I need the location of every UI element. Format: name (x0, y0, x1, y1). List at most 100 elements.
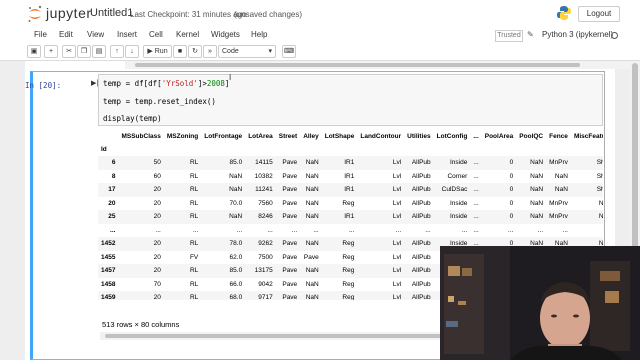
logout-button[interactable]: Logout (578, 6, 620, 22)
menu-kernel[interactable]: Kernel (176, 30, 199, 39)
menu-help[interactable]: Help (251, 30, 267, 39)
move-up-button[interactable]: ↑ (110, 45, 124, 58)
previous-output-scrollbar[interactable] (125, 61, 630, 69)
table-cell: IR1 (321, 183, 358, 197)
table-cell: NaN (300, 210, 322, 224)
row-index: 1459 (98, 291, 119, 300)
cell-prompt: In [20]: (25, 81, 62, 90)
table-cell: AllPub (404, 237, 434, 251)
toolbar: ▣ + ✂ ❐ ▤ ↑ ↓ ▶ Run ■ ↻ » Code ▾ ⌨ (0, 43, 640, 61)
table-cell: 11241 (245, 183, 276, 197)
table-cell: ... (155, 226, 161, 234)
table-cell: Pave (282, 280, 298, 288)
table-cell: ... (571, 224, 603, 238)
fast-forward-icon: » (208, 48, 212, 55)
column-header: Alley (303, 133, 319, 140)
table-cell: 0 (509, 172, 514, 180)
column-header: LotConfig (436, 133, 468, 140)
table-cell: NaN (516, 183, 547, 197)
table-cell: Reg (321, 264, 358, 278)
table-cell: Reg (342, 280, 355, 288)
table-cell: AllPub (411, 253, 431, 261)
table-cell: 78.0 (201, 237, 246, 251)
interrupt-button[interactable]: ■ (173, 45, 187, 58)
table-cell: Lvl (357, 183, 405, 197)
notebook-name[interactable]: Untitled1 (90, 7, 133, 19)
cell-type-select[interactable]: Code ▾ (218, 45, 276, 58)
table-cell: Inside (449, 199, 468, 207)
table-cell: ... (562, 226, 568, 234)
row-index: 1452 (98, 237, 119, 251)
trusted-indicator[interactable]: Trusted (495, 30, 523, 42)
table-cell: Inside (433, 156, 471, 170)
menu-view[interactable]: View (87, 30, 104, 39)
paste-button[interactable]: ▤ (92, 45, 106, 58)
move-down-button[interactable]: ↓ (125, 45, 139, 58)
menu-widgets[interactable]: Widgets (211, 30, 240, 39)
move-up-icon: ↑ (115, 48, 119, 55)
table-cell: RL (189, 199, 199, 207)
code-line-3: display(temp) (103, 114, 162, 123)
cut-button[interactable]: ✂ (62, 45, 76, 58)
table-cell: AllPub (411, 280, 431, 288)
table-cell: 10382 (254, 172, 273, 180)
table-cell: Pave (282, 199, 298, 207)
cell-type-value: Code (222, 48, 239, 55)
logo-text: jupyter (46, 5, 92, 21)
table-cell: ... (313, 226, 319, 234)
table-cell: Shed (596, 172, 603, 180)
table-cell: 20 (118, 291, 164, 300)
table-row: 20 20 RL 70.0 7560 Pave NaN Reg Lvl AllPub Inside.… (98, 197, 603, 211)
table-cell: MnPrv (546, 156, 571, 170)
column-header: PoolQC (519, 133, 544, 140)
chevron-down-icon: ▾ (268, 48, 272, 55)
table-cell: RL (163, 156, 202, 170)
restart-run-all-button[interactable]: » (203, 45, 217, 58)
table-cell: 50 (118, 156, 164, 170)
table-cell: NaN (530, 172, 544, 180)
table-cell: 60 (153, 172, 161, 180)
menu-cell[interactable]: Cell (149, 30, 163, 39)
table-header-row: MSSubClass MSZoning LotFrontage LotArea Stre… (98, 130, 603, 143)
table-row: 25 20 RL NaN 8246 Pave NaN IR1 Lvl AllPub Inside..… (98, 210, 603, 224)
table-cell: Lvl (392, 199, 402, 207)
kernel-name[interactable]: Python 3 (ipykernel) (542, 30, 613, 39)
table-cell: 9717 (245, 291, 276, 300)
add-icon: + (48, 48, 54, 55)
table-cell: NaN (300, 291, 322, 300)
run-icon: ▶ (147, 48, 153, 55)
column-header: MiscFeature (573, 133, 603, 140)
menu-insert[interactable]: Insert (117, 30, 137, 39)
copy-button[interactable]: ❐ (77, 45, 91, 58)
table-cell: AllPub (411, 199, 431, 207)
row-index: 6 (98, 156, 119, 170)
table-cell: MnPrv (546, 210, 571, 224)
table-cell: Pave (275, 183, 301, 197)
column-header: MSZoning (166, 133, 199, 140)
restart-button[interactable]: ↻ (188, 45, 202, 58)
table-cell: NaN (300, 156, 322, 170)
table-cell: Pave (275, 156, 301, 170)
run-button[interactable]: ▶ Run (143, 45, 172, 58)
table-cell: Pave (282, 253, 298, 261)
menu-edit[interactable]: Edit (59, 30, 73, 39)
webcam-overlay (440, 246, 640, 360)
table-cell: IR1 (321, 210, 358, 224)
scrollbar-thumb[interactable] (135, 63, 580, 67)
row-index: 17 (98, 183, 119, 197)
code-input-area[interactable]: temp = df[df['YrSold']>2008] temp = temp… (98, 74, 603, 126)
row-index: 25 (98, 210, 119, 224)
table-cell: RL (163, 264, 202, 278)
column-header: LandContour (360, 133, 402, 140)
table-cell: ... (291, 226, 298, 234)
save-button[interactable]: ▣ (27, 45, 41, 58)
insert-cell-button[interactable]: + (44, 45, 58, 58)
menu-file[interactable]: File (34, 30, 47, 39)
table-cell: 0 (481, 156, 517, 170)
table-cell: ... (267, 226, 273, 234)
command-palette-button[interactable]: ⌨ (282, 45, 296, 58)
table-cell: ... (473, 226, 479, 234)
table-cell: RL (189, 172, 199, 180)
header-bar: jupyter Untitled1 Last Checkpoint: 31 mi… (0, 0, 640, 27)
pencil-icon[interactable]: ✎ (527, 30, 534, 39)
